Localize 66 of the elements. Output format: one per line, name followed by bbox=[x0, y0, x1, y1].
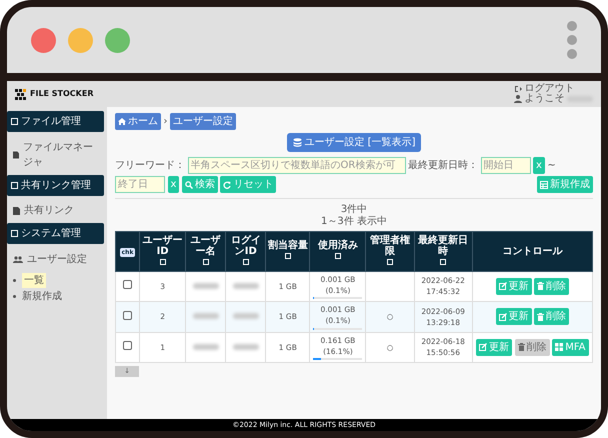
home-icon bbox=[118, 118, 126, 125]
edit-icon bbox=[498, 312, 507, 321]
page-title-button[interactable]: ユーザー設定 [一覧表示] bbox=[286, 132, 422, 152]
start-date-field[interactable]: 開始日 bbox=[480, 156, 530, 174]
sidebar-section-header[interactable]: システム管理 bbox=[7, 223, 104, 244]
blurred-username bbox=[192, 313, 219, 320]
row-checkbox[interactable] bbox=[123, 310, 132, 320]
trash-icon bbox=[518, 343, 525, 352]
trash-icon bbox=[537, 312, 544, 321]
user-icon bbox=[514, 95, 522, 104]
blurred-username bbox=[192, 282, 219, 289]
sort-icon[interactable] bbox=[284, 253, 291, 260]
breadcrumb-link[interactable]: ホーム bbox=[115, 113, 161, 130]
sort-icon[interactable] bbox=[440, 258, 446, 265]
sidebar-section-header[interactable]: ファイル管理 bbox=[7, 111, 104, 132]
freeword-field[interactable]: 半角スペース区切りで複数単語のOR検索が可 bbox=[188, 156, 406, 174]
result-count: 3件中 bbox=[340, 204, 368, 216]
column-header: コントロール bbox=[501, 246, 564, 256]
database-icon bbox=[292, 138, 302, 146]
freeword-label: フリーワード： bbox=[115, 158, 185, 172]
sort-icon[interactable] bbox=[387, 258, 394, 265]
blurred-username bbox=[192, 344, 219, 350]
square-icon bbox=[11, 230, 18, 237]
maximize-dot[interactable] bbox=[105, 28, 130, 52]
minimize-dot[interactable] bbox=[68, 28, 93, 52]
table-icon bbox=[540, 180, 548, 188]
sort-icon[interactable] bbox=[202, 258, 209, 265]
blurred-login-id bbox=[232, 313, 259, 320]
grid-icon bbox=[555, 343, 564, 352]
logout-icon bbox=[514, 84, 522, 93]
users-icon bbox=[13, 256, 23, 262]
file-icon bbox=[13, 206, 20, 214]
sidebar-subitem[interactable]: 一覧 bbox=[22, 272, 46, 288]
row-checkbox[interactable] bbox=[123, 280, 132, 290]
logo-icon bbox=[15, 88, 27, 100]
bullet-icon bbox=[13, 294, 16, 298]
breadcrumb-link[interactable]: ユーザー設定 bbox=[170, 113, 236, 130]
close-dot[interactable] bbox=[31, 28, 56, 52]
end-date-field[interactable]: 終了日 bbox=[115, 176, 165, 193]
edit-icon bbox=[498, 282, 507, 290]
sort-icon[interactable] bbox=[334, 253, 341, 260]
sidebar-item[interactable]: ファイルマネージャ bbox=[7, 134, 107, 174]
blurred-login-id bbox=[232, 282, 259, 289]
search-icon bbox=[184, 180, 193, 188]
trash-icon bbox=[537, 282, 544, 290]
refresh-icon bbox=[223, 180, 232, 188]
logout-link[interactable]: ログアウト bbox=[514, 84, 574, 94]
blurred-login-id bbox=[232, 344, 259, 350]
sort-icon[interactable] bbox=[160, 258, 166, 265]
bullet-icon bbox=[13, 278, 16, 282]
logo-text: FILE STOCKER bbox=[30, 88, 94, 100]
breadcrumb-separator: › bbox=[164, 115, 168, 129]
sidebar-section-header[interactable]: 共有リンク管理 bbox=[7, 174, 104, 196]
date-label: 最終更新日時： bbox=[408, 158, 478, 172]
edit-icon bbox=[479, 343, 488, 352]
welcome-text: ようこそ bbox=[524, 94, 564, 104]
row-checkbox[interactable] bbox=[123, 341, 132, 350]
sidebar-item[interactable]: 共有リンク bbox=[7, 198, 107, 223]
range-separator: ~ bbox=[547, 158, 556, 172]
sort-icon[interactable] bbox=[242, 258, 249, 265]
sidebar-item[interactable]: ユーザー設定 bbox=[7, 246, 107, 272]
sidebar-subitem[interactable]: 新規作成 bbox=[22, 288, 62, 304]
result-range: 1～3件 表示中 bbox=[320, 216, 388, 228]
square-icon bbox=[11, 182, 18, 188]
square-icon bbox=[11, 118, 18, 125]
file-icon bbox=[13, 150, 20, 158]
